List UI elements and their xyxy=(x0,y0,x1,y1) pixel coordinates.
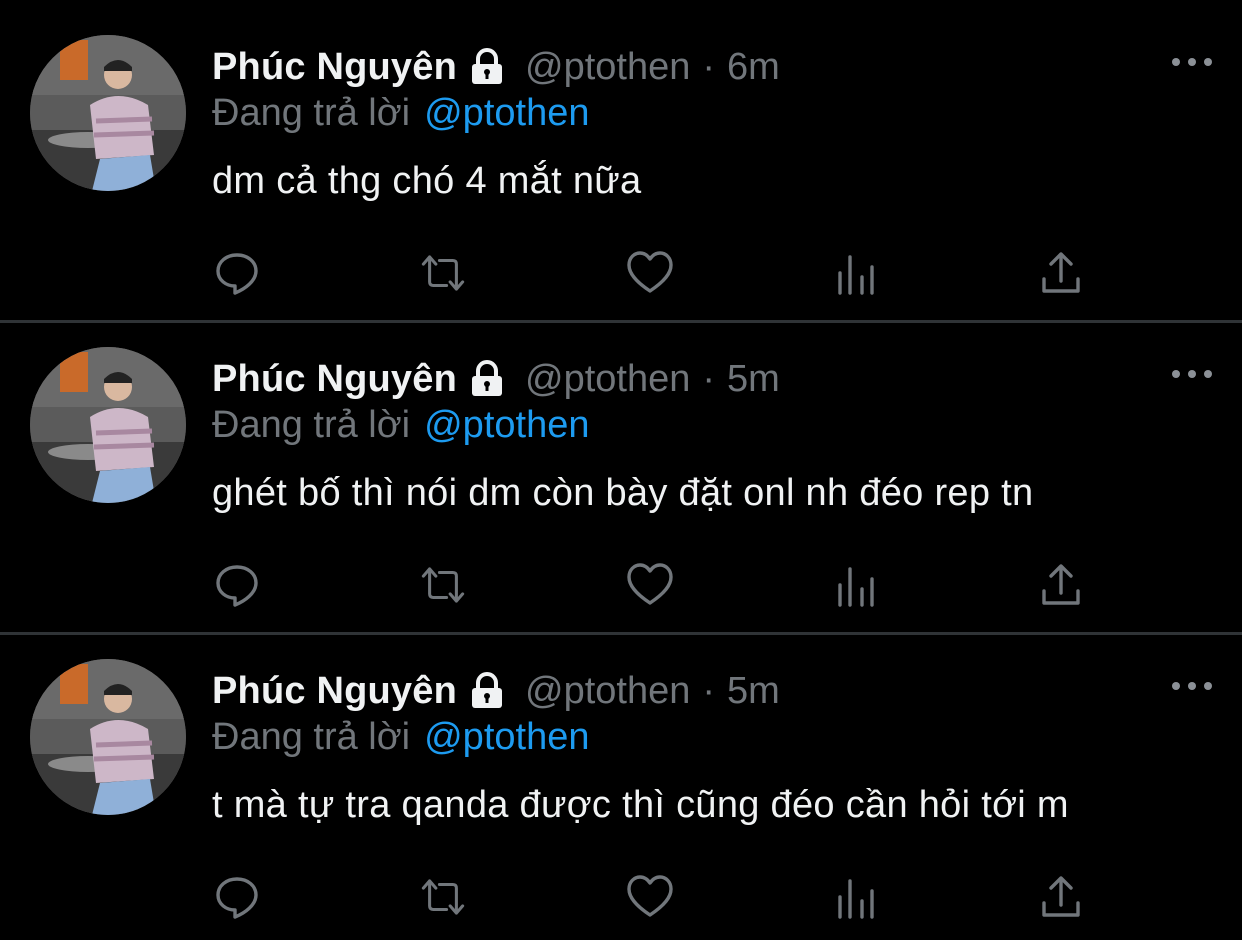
replying-to-label: Đang trả lời xyxy=(212,404,411,446)
replying-to-handle[interactable]: @ptothen xyxy=(424,92,589,134)
replying-to-label: Đang trả lời xyxy=(212,92,411,134)
share-icon[interactable] xyxy=(1036,872,1086,922)
tweet-actions xyxy=(0,248,1242,298)
replying-to: Đang trả lời @ptothen xyxy=(212,716,589,759)
tweet-text: t mà tự tra qanda được thì cũng đéo cần … xyxy=(212,784,1069,826)
tweet[interactable]: Phúc Nguyên @ptothen · 6m Đang trả lời @p… xyxy=(0,0,1242,312)
replying-to-label: Đang trả lời xyxy=(212,716,411,758)
stats-icon[interactable] xyxy=(831,560,881,610)
author-handle[interactable]: @ptothen xyxy=(525,358,690,401)
author-name[interactable]: Phúc Nguyên xyxy=(212,46,457,89)
separator: · xyxy=(702,669,716,712)
like-icon[interactable] xyxy=(625,248,675,298)
separator: · xyxy=(702,357,716,400)
replying-to: Đang trả lời @ptothen xyxy=(212,404,589,447)
lock-icon xyxy=(467,671,507,711)
replying-to-handle[interactable]: @ptothen xyxy=(424,404,589,446)
stats-icon[interactable] xyxy=(831,872,881,922)
timestamp[interactable]: 6m xyxy=(727,46,780,89)
avatar[interactable] xyxy=(30,347,186,503)
author-handle[interactable]: @ptothen xyxy=(525,670,690,713)
tweet-text: ghét bố thì nói dm còn bày đặt onl nh đé… xyxy=(212,472,1034,514)
tweet-feed: Phúc Nguyên @ptothen · 6m Đang trả lời @p… xyxy=(0,0,1242,940)
tweet-header: Phúc Nguyên @ptothen · 5m xyxy=(212,664,780,718)
reply-icon[interactable] xyxy=(212,560,262,610)
author-name[interactable]: Phúc Nguyên xyxy=(212,670,457,713)
author-name[interactable]: Phúc Nguyên xyxy=(212,358,457,401)
stats-icon[interactable] xyxy=(831,248,881,298)
tweet-header: Phúc Nguyên @ptothen · 6m xyxy=(212,40,780,94)
share-icon[interactable] xyxy=(1036,560,1086,610)
avatar[interactable] xyxy=(30,35,186,191)
like-icon[interactable] xyxy=(625,560,675,610)
avatar[interactable] xyxy=(30,659,186,815)
share-icon[interactable] xyxy=(1036,248,1086,298)
more-icon[interactable] xyxy=(1172,50,1212,74)
more-icon[interactable] xyxy=(1172,674,1212,698)
separator: · xyxy=(702,45,716,88)
retweet-icon[interactable] xyxy=(418,872,468,922)
like-icon[interactable] xyxy=(625,872,675,922)
timestamp[interactable]: 5m xyxy=(727,358,780,401)
retweet-icon[interactable] xyxy=(418,248,468,298)
lock-icon xyxy=(467,47,507,87)
retweet-icon[interactable] xyxy=(418,560,468,610)
timestamp[interactable]: 5m xyxy=(727,670,780,713)
tweet[interactable]: Phúc Nguyên @ptothen · 5m Đang trả lời @p… xyxy=(0,312,1242,624)
author-handle[interactable]: @ptothen xyxy=(525,46,690,89)
replying-to: Đang trả lời @ptothen xyxy=(212,92,589,135)
tweet-header: Phúc Nguyên @ptothen · 5m xyxy=(212,352,780,406)
tweet[interactable]: Phúc Nguyên @ptothen · 5m Đang trả lời @p… xyxy=(0,624,1242,936)
tweet-actions xyxy=(0,872,1242,922)
tweet-text: dm cả thg chó 4 mắt nữa xyxy=(212,160,642,202)
lock-icon xyxy=(467,359,507,399)
reply-icon[interactable] xyxy=(212,872,262,922)
tweet-actions xyxy=(0,560,1242,610)
reply-icon[interactable] xyxy=(212,248,262,298)
more-icon[interactable] xyxy=(1172,362,1212,386)
replying-to-handle[interactable]: @ptothen xyxy=(424,716,589,758)
